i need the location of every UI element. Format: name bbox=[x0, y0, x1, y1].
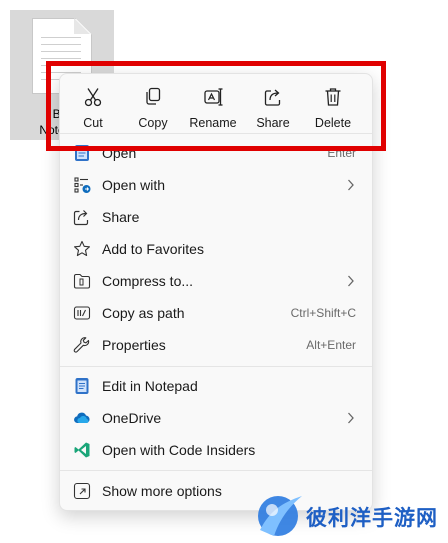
chevron-right-icon bbox=[348, 412, 354, 424]
chevron-right-icon bbox=[348, 275, 354, 287]
menu-item-copy-as-path[interactable]: Copy as path Ctrl+Shift+C bbox=[60, 298, 372, 328]
chevron-right-icon bbox=[348, 179, 354, 191]
menu-item-add-to-favorites[interactable]: Add to Favorites bbox=[60, 234, 372, 264]
menu-item-label: Add to Favorites bbox=[102, 241, 204, 257]
copy-path-icon bbox=[73, 306, 91, 320]
menu-item-label: Show more options bbox=[102, 483, 222, 499]
watermark: 彼利洋手游网 bbox=[248, 490, 448, 543]
watermark-logo-icon bbox=[258, 496, 302, 536]
watermark-text: 彼利洋手游网 bbox=[306, 507, 438, 530]
menu-item-label: Open with Code Insiders bbox=[102, 442, 256, 458]
open-with-icon bbox=[74, 177, 91, 193]
menu-item-label: Properties bbox=[102, 337, 166, 353]
highlight-annotation-box bbox=[46, 61, 386, 151]
menu-separator bbox=[60, 366, 372, 367]
menu-separator bbox=[60, 470, 372, 471]
menu-item-share[interactable]: Share bbox=[60, 202, 372, 232]
shortcut-hint: Alt+Enter bbox=[306, 338, 356, 352]
cloud-icon bbox=[74, 412, 90, 424]
menu-item-label: Share bbox=[102, 209, 140, 225]
menu-item-compress[interactable]: Compress to... bbox=[60, 266, 372, 296]
wrench-icon bbox=[73, 337, 90, 353]
star-icon bbox=[74, 240, 90, 257]
menu-item-open-with[interactable]: Open with bbox=[60, 170, 372, 200]
menu-item-properties[interactable]: Properties Alt+Enter bbox=[60, 330, 372, 360]
menu-item-label: Open with bbox=[102, 177, 166, 193]
menu-item-label: OneDrive bbox=[102, 410, 162, 426]
shortcut-hint: Ctrl+Shift+C bbox=[290, 306, 356, 320]
menu-item-label: Compress to... bbox=[102, 273, 194, 289]
vscode-insiders-icon bbox=[74, 442, 90, 458]
menu-item-label: Edit in Notepad bbox=[102, 378, 198, 394]
menu-item-onedrive[interactable]: OneDrive bbox=[60, 403, 372, 433]
menu-item-edit-in-notepad[interactable]: Edit in Notepad bbox=[60, 371, 372, 401]
expand-icon bbox=[73, 482, 91, 500]
notepad-icon bbox=[75, 378, 89, 394]
zip-folder-icon bbox=[73, 273, 91, 289]
menu-item-label: Copy as path bbox=[102, 305, 185, 321]
share-icon bbox=[73, 210, 89, 226]
menu-item-open-with-code-insiders[interactable]: Open with Code Insiders bbox=[60, 435, 372, 465]
